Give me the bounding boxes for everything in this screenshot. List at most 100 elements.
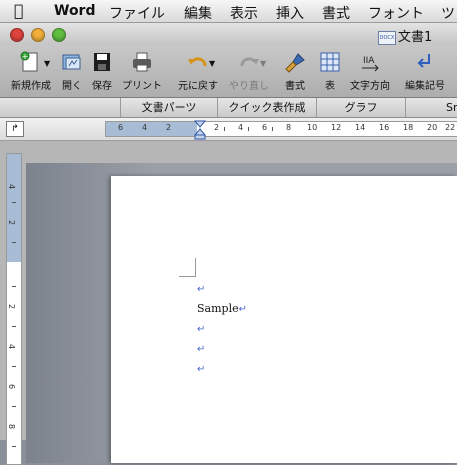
print-label: プリント bbox=[122, 81, 162, 92]
menu-edit[interactable]: 編集 bbox=[184, 3, 212, 23]
ruler-tick bbox=[12, 242, 16, 243]
ruler-number: 12 bbox=[331, 123, 342, 132]
horizontal-ruler[interactable]: 6 4 2 2 4 6 8 10 12 14 16 18 20 22 bbox=[105, 120, 457, 140]
paragraph-marks-label: 編集記号 bbox=[405, 81, 445, 92]
print-button[interactable]: プリント bbox=[119, 51, 165, 92]
document-title-text: 文書1 bbox=[398, 30, 433, 45]
menu-format[interactable]: 書式 bbox=[322, 3, 350, 23]
ruler-number: 2 bbox=[7, 219, 17, 226]
redo-button[interactable]: ▼ やり直し bbox=[226, 51, 272, 92]
text-direction-label: 文字方向 bbox=[350, 81, 390, 92]
document-page[interactable]: ↵ Sample↵ ↵ ↵ ↵ bbox=[111, 176, 457, 463]
paragraph-marks-button[interactable]: 編集記号 bbox=[401, 51, 449, 92]
paragraph[interactable]: Sample↵ bbox=[197, 302, 247, 315]
ruler-number: 18 bbox=[403, 123, 414, 132]
ruler-number: 6 bbox=[7, 383, 17, 390]
paragraph[interactable]: ↵ bbox=[197, 282, 205, 295]
save-button[interactable]: 保存 bbox=[89, 51, 115, 92]
tab-smartart[interactable]: Sm bbox=[405, 98, 457, 117]
svg-text:+: + bbox=[22, 52, 29, 61]
document-canvas: ↵ Sample↵ ↵ ↵ ↵ bbox=[26, 163, 457, 463]
ruler-number: 16 bbox=[379, 123, 390, 132]
paragraph-text: Sample bbox=[197, 302, 239, 315]
paragraph[interactable]: ↵ bbox=[197, 362, 205, 375]
ruler-number: 4 bbox=[142, 123, 148, 132]
menu-bar:  Word ファイル 編集 表示 挿入 書式 フォント ツ bbox=[0, 0, 457, 23]
vertical-ruler[interactable]: 4 2 2 4 6 8 bbox=[6, 153, 22, 465]
ruler-bar: ↱ 6 4 2 2 4 6 8 10 12 14 16 18 20 22 bbox=[0, 118, 457, 141]
tab-stop-selector[interactable]: ↱ bbox=[6, 121, 24, 137]
ruler-tick bbox=[12, 446, 16, 447]
ruler-tick bbox=[224, 127, 225, 131]
paragraph-mark: ↵ bbox=[238, 304, 247, 315]
document-title: DOCX 文書1 bbox=[378, 26, 432, 45]
paragraph-mark: ↵ bbox=[197, 364, 206, 375]
open-button[interactable]: 開く bbox=[59, 51, 85, 92]
menu-tools[interactable]: ツ bbox=[441, 3, 455, 23]
tab-document-parts[interactable]: 文書パーツ bbox=[120, 98, 217, 117]
text-direction-icon: IIA bbox=[362, 56, 379, 72]
ruler-tick bbox=[12, 366, 16, 367]
ruler-number: 8 bbox=[286, 123, 292, 132]
new-document-label: 新規作成 bbox=[11, 81, 51, 92]
format-label: 書式 bbox=[285, 81, 305, 92]
paragraph-mark: ↵ bbox=[197, 344, 206, 355]
ruler-number: 2 bbox=[7, 303, 17, 310]
indent-markers-icon[interactable] bbox=[194, 120, 206, 140]
new-document-icon: + bbox=[20, 51, 38, 72]
standard-toolbar: + ▼ 新規作成 開く 保存 プリント ▼ 元に戻す ▼ やり直し 書式 表 I… bbox=[0, 45, 457, 98]
ruler-number: 2 bbox=[166, 123, 172, 132]
ruler-number: 4 bbox=[238, 123, 244, 132]
paragraph-marks-icon bbox=[417, 54, 430, 68]
ruler-number: 22 bbox=[445, 123, 456, 132]
menu-file[interactable]: ファイル bbox=[109, 3, 165, 23]
save-icon bbox=[94, 53, 110, 71]
svg-text:IIA: IIA bbox=[363, 56, 375, 66]
ruler-tick bbox=[248, 127, 249, 131]
margin-crop-mark bbox=[179, 258, 196, 277]
open-label: 開く bbox=[62, 81, 82, 92]
paragraph-mark: ↵ bbox=[197, 284, 206, 295]
document-icon: DOCX bbox=[378, 30, 396, 45]
redo-icon bbox=[240, 57, 259, 67]
paragraph[interactable]: ↵ bbox=[197, 322, 205, 335]
document-window: DOCX 文書1 + ▼ 新規作成 開く 保存 プリント ▼ 元に戻す ▼ やり… bbox=[0, 23, 457, 465]
ruler-tick bbox=[272, 127, 273, 131]
ruler-number: 8 bbox=[7, 423, 17, 430]
zoom-button[interactable] bbox=[52, 28, 66, 42]
ruler-number: 10 bbox=[307, 123, 318, 132]
close-button[interactable] bbox=[10, 28, 24, 42]
ruler-number: 14 bbox=[355, 123, 366, 132]
save-label: 保存 bbox=[92, 81, 112, 92]
ruler-tick bbox=[12, 286, 16, 287]
paragraph[interactable]: ↵ bbox=[197, 342, 205, 355]
top-margin-region bbox=[7, 154, 21, 262]
undo-icon bbox=[188, 57, 207, 67]
apple-menu-icon[interactable]:  bbox=[14, 1, 24, 20]
title-bar: DOCX 文書1 bbox=[0, 23, 457, 45]
menu-view[interactable]: 表示 bbox=[230, 3, 258, 23]
ruler-tick bbox=[12, 326, 16, 327]
ruler-number: 4 bbox=[7, 183, 17, 190]
menu-insert[interactable]: 挿入 bbox=[276, 3, 304, 23]
paragraph-mark: ↵ bbox=[197, 324, 206, 335]
tab-quick-tables[interactable]: クイック表作成 bbox=[217, 98, 316, 117]
print-icon bbox=[133, 52, 151, 72]
ruler-number: 4 bbox=[7, 343, 17, 350]
ruler-number: 6 bbox=[118, 123, 124, 132]
ruler-number: 6 bbox=[262, 123, 268, 132]
menu-app-word[interactable]: Word bbox=[54, 3, 96, 19]
menu-font[interactable]: フォント bbox=[368, 3, 424, 23]
text-direction-button[interactable]: IIA 文字方向 bbox=[346, 51, 394, 92]
minimize-button[interactable] bbox=[31, 28, 45, 42]
format-brush-icon bbox=[285, 53, 305, 73]
format-button[interactable]: 書式 bbox=[280, 51, 310, 92]
table-button[interactable]: 表 bbox=[317, 51, 343, 92]
tab-charts[interactable]: グラフ bbox=[316, 98, 405, 117]
undo-label: 元に戻す bbox=[178, 81, 218, 92]
undo-button[interactable]: ▼ 元に戻す bbox=[173, 51, 223, 92]
ruler-number: 2 bbox=[214, 123, 220, 132]
table-icon bbox=[320, 52, 340, 72]
new-document-button[interactable]: + ▼ 新規作成 bbox=[8, 51, 54, 92]
ruler-tick bbox=[12, 202, 16, 203]
